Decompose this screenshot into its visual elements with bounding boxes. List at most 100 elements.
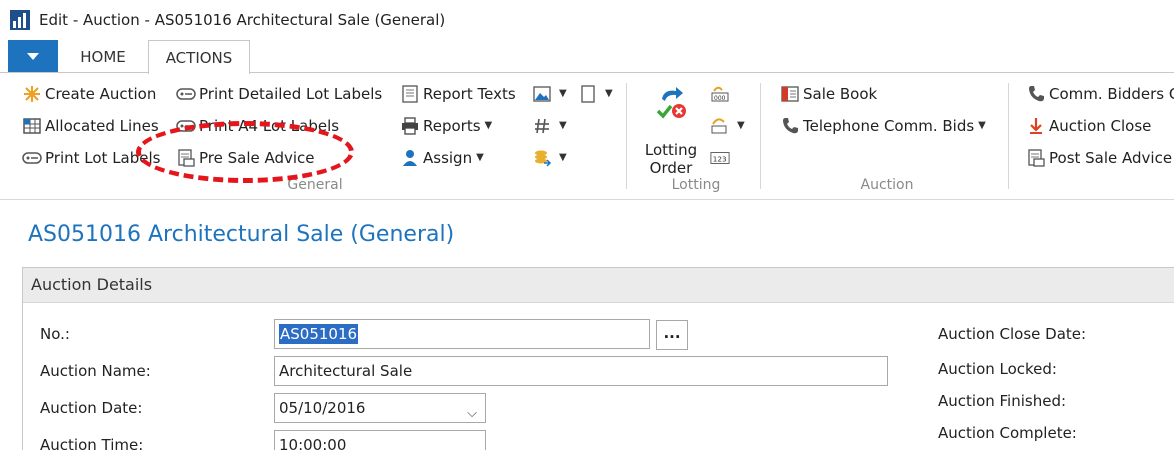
sparkle-icon bbox=[24, 86, 40, 102]
ribbon-separator bbox=[760, 83, 761, 189]
print-a4-lot-labels-button[interactable]: Print A4 Lot Labels bbox=[176, 114, 339, 138]
reports-dropdown[interactable]: Reports ▼ bbox=[400, 114, 492, 138]
chevron-down-icon: ▼ bbox=[559, 88, 567, 99]
arrow-down-icon bbox=[1030, 118, 1042, 134]
title-bar: Edit - Auction - AS051016 Architectural … bbox=[0, 0, 1174, 40]
create-auction-button[interactable]: Create Auction bbox=[22, 82, 156, 106]
numbering-dropdown[interactable]: ▼ bbox=[532, 114, 567, 138]
no-lookup-button[interactable]: ... bbox=[656, 320, 688, 350]
page-title: AS051016 Architectural Sale (General) bbox=[28, 222, 455, 247]
post-sale-advice-button[interactable]: Post Sale Advice bbox=[1026, 146, 1172, 170]
no-label: No.: bbox=[40, 325, 70, 343]
chevron-down-icon: ▼ bbox=[737, 120, 745, 131]
ribbon-tabs: HOME ACTIONS bbox=[0, 40, 1174, 74]
pre-sale-advice-button[interactable]: Pre Sale Advice bbox=[176, 146, 315, 170]
sequence-button[interactable]: 000 bbox=[710, 82, 733, 106]
phone-icon bbox=[783, 118, 798, 134]
phone-icon bbox=[1029, 86, 1044, 102]
auction-finished-label: Auction Finished: bbox=[938, 392, 1067, 410]
tab-actions[interactable]: ACTIONS bbox=[148, 40, 250, 74]
number-box-icon: 123 bbox=[710, 152, 730, 164]
redo-check-cancel-icon bbox=[656, 87, 686, 119]
assign-label: Assign bbox=[423, 149, 473, 167]
document-print-icon bbox=[1028, 149, 1045, 167]
report-texts-label: Report Texts bbox=[423, 85, 516, 103]
app-icon bbox=[10, 10, 30, 30]
group-label-general: General bbox=[287, 177, 343, 193]
auction-name-value: Architectural Sale bbox=[279, 362, 413, 380]
blank-page-icon bbox=[581, 85, 595, 103]
hash-icon bbox=[535, 118, 549, 134]
document-print-icon bbox=[178, 149, 195, 167]
number-sequence-button[interactable]: 123 bbox=[710, 146, 733, 170]
chevron-down-icon: ▼ bbox=[559, 120, 567, 131]
no-field[interactable]: AS051016 bbox=[274, 319, 650, 349]
create-auction-label: Create Auction bbox=[45, 85, 157, 103]
auction-date-field[interactable]: 05/10/2016 ⌵ bbox=[274, 393, 486, 423]
ribbon-separator bbox=[1008, 83, 1009, 189]
lotting-order-label-line1: Lotting bbox=[644, 141, 698, 159]
book-icon bbox=[781, 86, 799, 102]
group-label-lotting: Lotting bbox=[671, 177, 721, 193]
tab-home[interactable]: HOME bbox=[58, 40, 148, 73]
auction-name-field[interactable]: Architectural Sale bbox=[274, 356, 888, 386]
chevron-down-icon: ▼ bbox=[476, 152, 484, 163]
group-label-auction: Auction bbox=[860, 177, 914, 193]
document-icon bbox=[402, 85, 418, 103]
ribbon: Create Auction Allocated Lines Print Lot… bbox=[0, 72, 1174, 200]
picture-dropdown[interactable]: ▼ bbox=[532, 82, 567, 106]
auction-date-label: Auction Date: bbox=[40, 399, 143, 417]
print-lot-labels-button[interactable]: Print Lot Labels bbox=[22, 146, 160, 170]
person-icon bbox=[403, 150, 417, 166]
label-icon bbox=[176, 88, 196, 100]
renumber-dropdown[interactable]: ▼ bbox=[710, 114, 745, 138]
print-lot-labels-label: Print Lot Labels bbox=[45, 149, 161, 167]
coins-icon bbox=[535, 150, 552, 167]
ribbon-separator bbox=[626, 83, 627, 189]
svg-text:000: 000 bbox=[714, 95, 726, 102]
blank-page-dropdown[interactable]: ▼ bbox=[578, 82, 613, 106]
window-title: Edit - Auction - AS051016 Architectural … bbox=[39, 11, 446, 29]
auction-close-button[interactable]: Auction Close bbox=[1026, 114, 1151, 138]
print-detailed-lot-labels-button[interactable]: Print Detailed Lot Labels bbox=[176, 82, 382, 106]
fasttab-header[interactable]: Auction Details bbox=[23, 268, 1174, 303]
pre-sale-advice-label: Pre Sale Advice bbox=[199, 149, 315, 167]
printer-icon bbox=[402, 117, 418, 135]
svg-text:123: 123 bbox=[713, 155, 727, 164]
auction-time-value: 10:00:00 bbox=[279, 436, 347, 450]
auction-date-value: 05/10/2016 bbox=[279, 399, 366, 417]
label-icon bbox=[176, 120, 196, 132]
lotting-order-label-line2: Order bbox=[649, 159, 693, 177]
label-icon bbox=[22, 152, 42, 164]
picture-icon bbox=[533, 86, 551, 102]
reports-label: Reports bbox=[423, 117, 481, 135]
auction-time-field[interactable]: 10:00:00 bbox=[274, 430, 486, 450]
comm-bidders-button[interactable]: Comm. Bidders C bbox=[1026, 82, 1174, 106]
report-texts-button[interactable]: Report Texts bbox=[400, 82, 516, 106]
print-a4-lot-labels-label: Print A4 Lot Labels bbox=[199, 117, 340, 135]
comm-bidders-label: Comm. Bidders C bbox=[1049, 85, 1174, 103]
lotting-order-label: Lotting Order bbox=[640, 141, 702, 177]
grid-icon bbox=[23, 118, 41, 134]
coins-dropdown[interactable]: ▼ bbox=[532, 146, 567, 170]
allocated-lines-button[interactable]: Allocated Lines bbox=[22, 114, 159, 138]
telephone-comm-bids-label: Telephone Comm. Bids bbox=[803, 117, 975, 135]
auction-close-label: Auction Close bbox=[1049, 117, 1152, 135]
sale-book-label: Sale Book bbox=[803, 85, 878, 103]
assign-dropdown[interactable]: Assign ▼ bbox=[400, 146, 484, 170]
auction-close-date-label: Auction Close Date: bbox=[938, 325, 1087, 343]
no-field-value: AS051016 bbox=[279, 324, 359, 344]
auction-name-label: Auction Name: bbox=[40, 362, 151, 380]
chevron-down-icon: ▼ bbox=[605, 88, 613, 99]
chevron-down-icon: ▼ bbox=[484, 120, 493, 131]
sequence-icon: 000 bbox=[711, 86, 729, 102]
chevron-down-icon: ▼ bbox=[559, 152, 567, 163]
chevron-down-icon bbox=[27, 53, 39, 60]
application-menu-button[interactable] bbox=[8, 40, 58, 73]
allocated-lines-label: Allocated Lines bbox=[45, 117, 159, 135]
telephone-comm-bids-dropdown[interactable]: Telephone Comm. Bids ▼ bbox=[780, 114, 986, 138]
post-sale-advice-label: Post Sale Advice bbox=[1049, 149, 1173, 167]
sale-book-button[interactable]: Sale Book bbox=[780, 82, 877, 106]
lotting-order-button[interactable]: Lotting Order bbox=[640, 81, 702, 177]
renumber-icon bbox=[711, 118, 727, 134]
